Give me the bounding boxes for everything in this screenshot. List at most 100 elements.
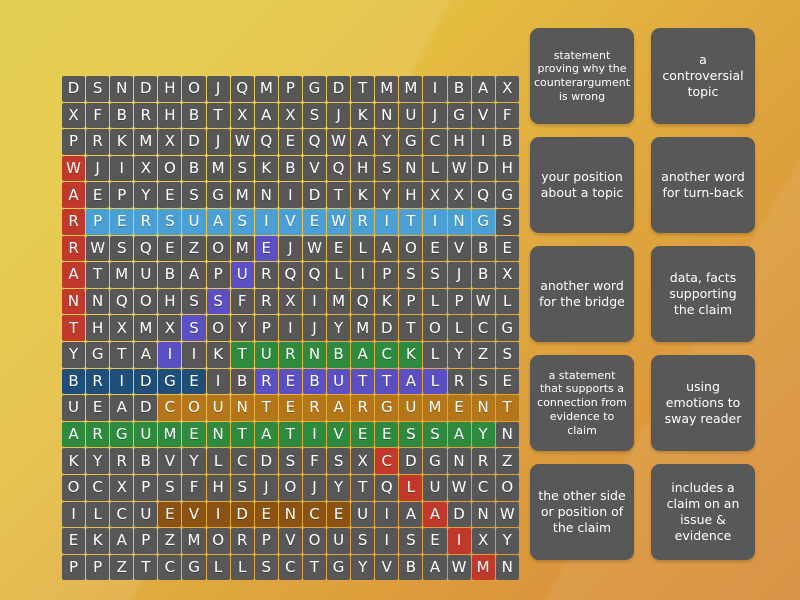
grid-cell[interactable]: L <box>447 315 471 341</box>
grid-cell[interactable]: A <box>254 102 278 129</box>
grid-cell[interactable]: L <box>423 368 447 395</box>
grid-cell[interactable]: Z <box>110 554 134 581</box>
grid-cell[interactable]: O <box>206 528 230 554</box>
grid-cell[interactable]: M <box>206 155 230 182</box>
grid-cell[interactable]: M <box>254 76 278 102</box>
grid-cell[interactable]: K <box>62 448 86 474</box>
grid-cell[interactable]: E <box>86 182 110 208</box>
grid-cell[interactable]: C <box>158 554 182 581</box>
grid-cell[interactable]: O <box>423 315 447 341</box>
grid-cell[interactable]: R <box>351 208 375 235</box>
grid-cell[interactable]: I <box>62 501 86 528</box>
grid-cell[interactable]: E <box>423 528 447 554</box>
grid-cell[interactable]: T <box>206 102 230 129</box>
grid-cell[interactable]: Y <box>495 528 519 554</box>
grid-cell[interactable]: X <box>110 315 134 341</box>
grid-cell[interactable]: T <box>230 341 254 368</box>
clue-controversial[interactable]: a controversial topic <box>651 28 755 124</box>
grid-cell[interactable]: Y <box>134 182 158 208</box>
grid-cell[interactable]: G <box>158 368 182 395</box>
grid-cell[interactable]: B <box>62 368 86 395</box>
grid-cell[interactable]: T <box>495 395 519 421</box>
grid-cell[interactable]: J <box>206 76 230 102</box>
grid-cell[interactable]: Y <box>447 341 471 368</box>
grid-cell[interactable]: B <box>182 155 206 182</box>
grid-cell[interactable]: G <box>495 315 519 341</box>
grid-cell[interactable]: J <box>206 129 230 155</box>
grid-cell[interactable]: X <box>134 155 158 182</box>
grid-cell[interactable]: T <box>230 421 254 448</box>
clue-rebuttal[interactable]: statement proving why the counterargumen… <box>530 28 634 124</box>
grid-cell[interactable]: R <box>86 368 110 395</box>
grid-cell[interactable]: R <box>230 528 254 554</box>
grid-cell[interactable]: S <box>375 155 399 182</box>
grid-cell[interactable]: B <box>327 341 351 368</box>
grid-cell[interactable]: V <box>158 448 182 474</box>
grid-cell[interactable]: F <box>182 474 206 501</box>
grid-cell[interactable]: Q <box>134 235 158 262</box>
grid-cell[interactable]: I <box>351 262 375 288</box>
grid-cell[interactable]: R <box>278 341 302 368</box>
grid-cell[interactable]: O <box>158 155 182 182</box>
grid-cell[interactable]: L <box>206 448 230 474</box>
grid-cell[interactable]: D <box>471 155 495 182</box>
grid-cell[interactable]: R <box>302 395 327 421</box>
grid-cell[interactable]: F <box>86 102 110 129</box>
grid-cell[interactable]: D <box>230 501 254 528</box>
grid-cell[interactable]: M <box>134 129 158 155</box>
grid-cell[interactable]: L <box>351 235 375 262</box>
grid-cell[interactable]: B <box>399 554 423 581</box>
grid-cell[interactable]: E <box>158 182 182 208</box>
grid-cell[interactable]: M <box>423 395 447 421</box>
grid-cell[interactable]: N <box>206 421 230 448</box>
grid-cell[interactable]: S <box>158 474 182 501</box>
grid-cell[interactable]: G <box>327 554 351 581</box>
grid-cell[interactable]: N <box>302 341 327 368</box>
clue-claim[interactable]: your position about a topic <box>530 137 634 233</box>
grid-cell[interactable]: G <box>182 554 206 581</box>
grid-cell[interactable]: L <box>86 501 110 528</box>
grid-cell[interactable]: W <box>447 554 471 581</box>
grid-cell[interactable]: S <box>182 288 206 315</box>
grid-cell[interactable]: Y <box>375 129 399 155</box>
grid-cell[interactable]: S <box>423 421 447 448</box>
grid-cell[interactable]: K <box>86 528 110 554</box>
grid-cell[interactable]: Z <box>495 448 519 474</box>
grid-cell[interactable]: U <box>134 421 158 448</box>
grid-cell[interactable]: E <box>158 501 182 528</box>
grid-cell[interactable]: A <box>110 528 134 554</box>
grid-cell[interactable]: N <box>375 102 399 129</box>
grid-cell[interactable]: G <box>302 76 327 102</box>
grid-cell[interactable]: P <box>62 554 86 581</box>
grid-cell[interactable]: P <box>134 528 158 554</box>
grid-cell[interactable]: H <box>447 129 471 155</box>
grid-cell[interactable]: M <box>471 554 495 581</box>
grid-cell[interactable]: E <box>158 235 182 262</box>
grid-cell[interactable]: P <box>447 288 471 315</box>
grid-cell[interactable]: A <box>375 235 399 262</box>
grid-cell[interactable]: E <box>278 129 302 155</box>
grid-cell[interactable]: S <box>495 341 519 368</box>
grid-cell[interactable]: Y <box>62 341 86 368</box>
grid-cell[interactable]: S <box>327 448 351 474</box>
grid-cell[interactable]: W <box>447 155 471 182</box>
grid-cell[interactable]: M <box>351 315 375 341</box>
grid-cell[interactable]: U <box>254 341 278 368</box>
grid-cell[interactable]: M <box>110 262 134 288</box>
grid-cell[interactable]: Y <box>86 448 110 474</box>
grid-cell[interactable]: U <box>399 395 423 421</box>
grid-cell[interactable]: A <box>399 368 423 395</box>
grid-cell[interactable]: R <box>86 421 110 448</box>
grid-cell[interactable]: E <box>327 501 351 528</box>
grid-cell[interactable]: H <box>495 155 519 182</box>
grid-cell[interactable]: A <box>351 129 375 155</box>
grid-cell[interactable]: I <box>158 341 182 368</box>
grid-cell[interactable]: A <box>327 395 351 421</box>
grid-cell[interactable]: I <box>110 155 134 182</box>
clue-warrant[interactable]: a statement that supports a connection f… <box>530 355 634 451</box>
clue-turn-back[interactable]: another word for turn-back <box>651 137 755 233</box>
grid-cell[interactable]: T <box>302 554 327 581</box>
grid-cell[interactable]: D <box>327 76 351 102</box>
grid-cell[interactable]: X <box>110 474 134 501</box>
grid-cell[interactable]: H <box>399 182 423 208</box>
